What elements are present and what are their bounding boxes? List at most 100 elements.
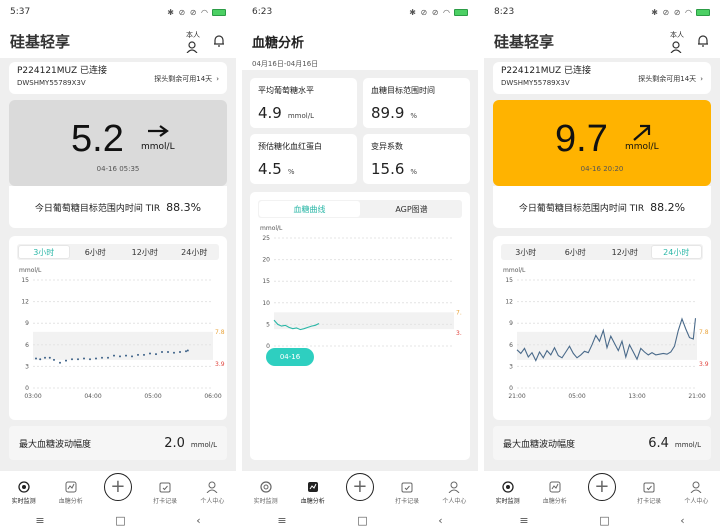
data-point [53, 358, 55, 361]
target-range-band [33, 331, 213, 360]
tab-add[interactable]: + [340, 473, 380, 505]
status-icons: ✱ ⊘ ⊘ ◠ [409, 8, 468, 17]
back-nav-icon[interactable]: ‹ [680, 514, 684, 527]
status-bar: 5:37 ✱ ⊘ ⊘ ◠ [0, 0, 236, 24]
calendar-check-icon [642, 480, 656, 494]
data-point [113, 354, 115, 357]
profile-switch-button[interactable]: 本人 [186, 30, 200, 53]
tab-realtime[interactable]: 实时监测 [488, 480, 528, 505]
tab-3h[interactable]: 3小时 [18, 245, 70, 259]
tab-record[interactable]: 打卡记录 [629, 480, 669, 505]
stat-label: 变异系数 [371, 142, 403, 151]
status-time: 8:23 [494, 7, 515, 17]
glucose-chart-svg: mmol/L 0 3 6 9 12 15 21:00 05:00 13:00 21:00 7.8 3.9 [503, 267, 709, 400]
tab-profile[interactable]: 个人中心 [676, 480, 716, 505]
home-nav-icon[interactable]: □ [599, 514, 609, 527]
tab-add[interactable]: + [98, 473, 138, 505]
tab-analysis[interactable]: 血糖分析 [51, 480, 91, 505]
glucose-trend-card: 3小时 6小时 12小时 24小时 mmol/L 0 3 6 9 12 15 21:00 05:… [493, 236, 711, 420]
y-tick-label: 15 [505, 277, 513, 284]
y-axis-label: mmol/L [260, 225, 283, 232]
stat-card: 预估糖化血红蛋白 4.5% [250, 134, 357, 184]
data-point [155, 353, 157, 356]
tab-analysis[interactable]: 血糖分析 [535, 480, 575, 505]
tab-6h[interactable]: 6小时 [551, 244, 601, 260]
tab-12h[interactable]: 12小时 [120, 244, 170, 260]
sensor-connection-card[interactable]: P224121MUZ 已连接 DWSHMY55789X3V 探头剩余可用14天 › [493, 62, 711, 94]
data-point [35, 357, 37, 360]
data-point [44, 356, 46, 359]
view-selector: 血糖曲线 AGP图谱 [258, 200, 462, 218]
y-tick-label: 3 [25, 363, 29, 370]
x-tick-label: 13:00 [628, 393, 645, 400]
tab-profile[interactable]: 个人中心 [434, 480, 474, 505]
bell-icon[interactable] [212, 34, 226, 48]
profile-switch-button[interactable]: 本人 [670, 30, 684, 53]
menu-nav-icon[interactable]: ≡ [519, 514, 528, 527]
tab-record[interactable]: 打卡记录 [387, 480, 427, 505]
tab-6h[interactable]: 6小时 [71, 244, 121, 260]
tab-record-label: 打卡记录 [395, 498, 420, 505]
data-point [95, 357, 97, 360]
glucose-chart: mmol/L 0 3 6 9 12 15 21:00 05:00 13:00 21:00 7.8 3.9 [501, 260, 709, 410]
tab-3h[interactable]: 3小时 [501, 244, 551, 260]
target-icon [17, 480, 31, 494]
data-point [83, 357, 85, 360]
data-point [48, 356, 51, 359]
y-tick-label: 25 [262, 235, 270, 242]
menu-nav-icon[interactable]: ≡ [35, 514, 44, 527]
tab-analysis-label: 血糖分析 [58, 498, 83, 505]
date-range[interactable]: 04月16日-04月16日 [252, 59, 468, 69]
data-point [161, 351, 163, 353]
home-nav-icon[interactable]: □ [357, 514, 367, 527]
tab-24h[interactable]: 24小时 [650, 245, 702, 259]
back-nav-icon[interactable]: ‹ [438, 514, 442, 527]
person-icon [205, 480, 219, 494]
data-point [119, 355, 121, 358]
home-nav-icon[interactable]: □ [115, 514, 125, 527]
app-header: 硅基轻享 本人 [484, 24, 720, 58]
tab-add[interactable]: + [582, 473, 622, 505]
glucose-unit: mmol/L [625, 142, 659, 152]
glucose-value: 9.7 [555, 118, 608, 160]
tir-value: 88.3% [166, 200, 202, 214]
target-high-label: 7.8 [456, 309, 462, 316]
tab-24h[interactable]: 24小时 [170, 244, 220, 260]
profile-label: 本人 [670, 30, 684, 39]
app-title: 硅基轻享 [494, 32, 555, 51]
bell-icon[interactable] [696, 34, 710, 48]
stat-value: 4.9 [258, 104, 282, 122]
tab-12h[interactable]: 12小时 [600, 244, 650, 260]
target-low-label: 3.9 [699, 361, 709, 368]
data-point [131, 355, 133, 358]
tab-glucose-curve[interactable]: 血糖曲线 [259, 201, 360, 217]
tab-analysis[interactable]: 血糖分析 [293, 480, 333, 505]
back-nav-icon[interactable]: ‹ [196, 514, 200, 527]
tab-realtime[interactable]: 实时监测 [4, 480, 44, 505]
tab-profile[interactable]: 个人中心 [192, 480, 232, 505]
menu-nav-icon[interactable]: ≡ [277, 514, 286, 527]
glucose-unit: mmol/L [141, 142, 175, 152]
date-pill[interactable]: 04-16 [266, 348, 314, 366]
data-point [173, 351, 175, 354]
y-tick-label: 20 [262, 257, 270, 264]
y-tick-label: 6 [509, 342, 513, 349]
data-point [149, 352, 151, 355]
max-fluctuation-card: 最大血糖波动幅度 6.4 mmol/L [493, 426, 711, 460]
tab-agp[interactable]: AGP图谱 [361, 200, 462, 218]
tab-realtime[interactable]: 实时监测 [246, 480, 286, 505]
y-tick-label: 9 [25, 320, 29, 327]
x-tick-label: 05:00 [144, 393, 161, 400]
glucose-chart-svg: mmol/L 0 3 6 9 12 15 03:00 04:00 05:00 06:00 7.8 3.9 [19, 267, 225, 400]
tir-value: 88.2% [650, 200, 686, 214]
stat-unit: % [410, 112, 418, 120]
max-fluctuation-unit: mmol/L [674, 440, 701, 449]
status-bar: 8:23 ✱ ⊘ ⊘ ◠ [484, 0, 720, 24]
max-fluctuation-card: 最大血糖波动幅度 2.0 mmol/L [9, 426, 227, 460]
device-serial: DWSHMY55789X3V [501, 79, 570, 87]
data-point [185, 350, 187, 353]
data-point [71, 358, 73, 361]
tab-record[interactable]: 打卡记录 [145, 480, 185, 505]
max-fluctuation-label: 最大血糖波动幅度 [503, 439, 576, 450]
sensor-connection-card[interactable]: P224121MUZ 已连接 DWSHMY55789X3V 探头剩余可用14天 › [9, 62, 227, 94]
